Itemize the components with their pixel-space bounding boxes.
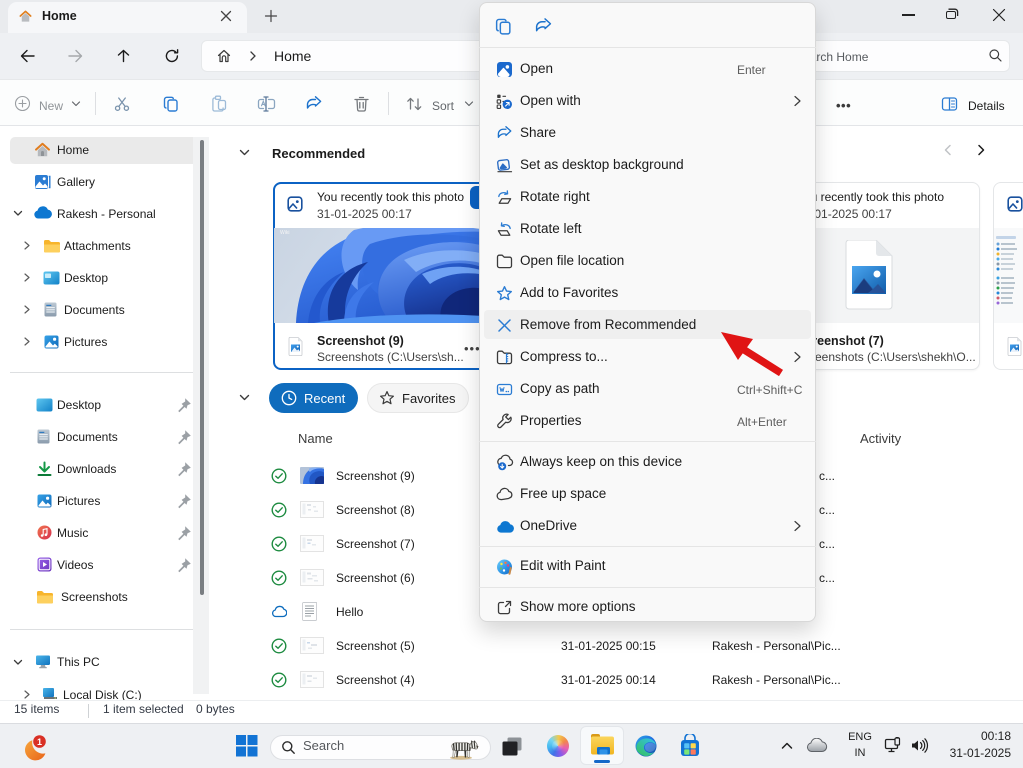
svg-text:1: 1 (37, 737, 42, 747)
